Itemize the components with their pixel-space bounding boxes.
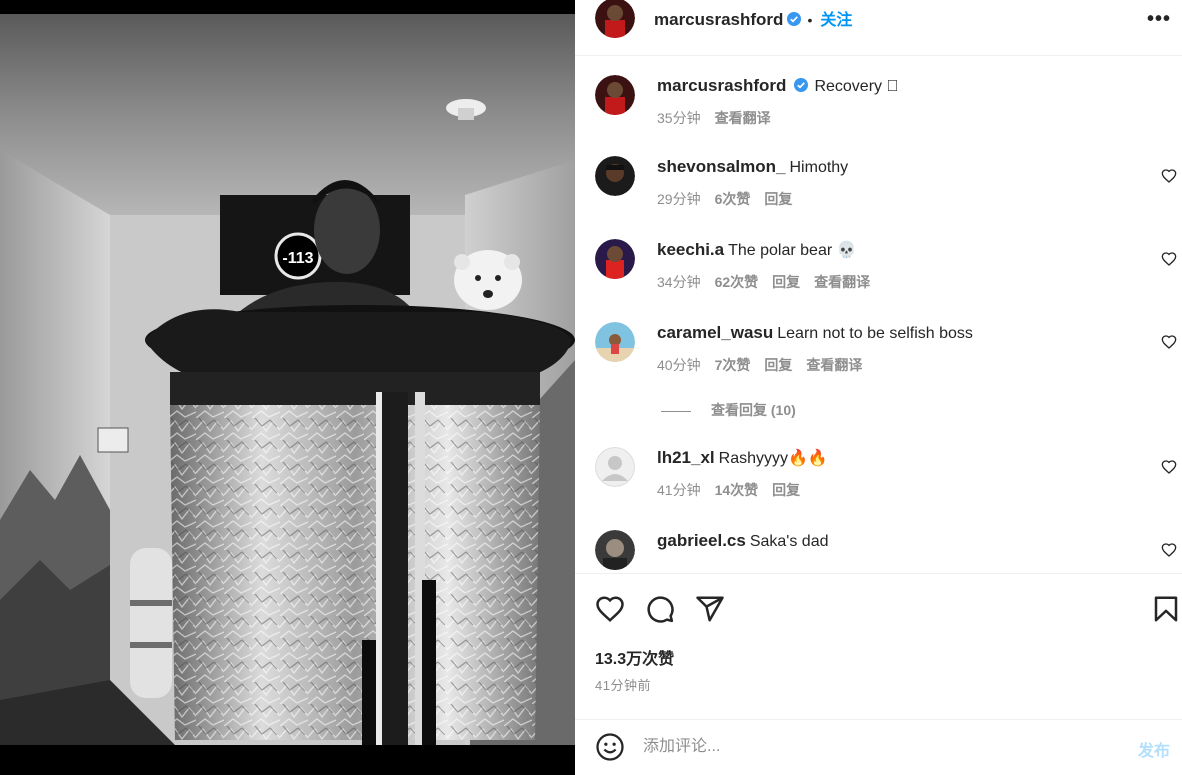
comment-time: 41分钟 — [657, 482, 701, 498]
commenter-username[interactable]: gabrieel.cs — [657, 531, 746, 550]
see-translation-link[interactable]: 查看翻译 — [806, 357, 862, 373]
verified-badge-icon — [787, 12, 802, 26]
author-username[interactable]: marcusrashford — [654, 10, 783, 29]
view-replies-label: 查看回复 (10) — [711, 402, 796, 418]
comment-likes-link[interactable]: 62次赞 — [715, 274, 759, 290]
comment-like-heart-icon[interactable] — [1161, 542, 1177, 558]
comment-like-heart-icon[interactable] — [1161, 251, 1177, 267]
post-caption: marcusrashford Recovery 🏼 35分钟 查看翻译 — [575, 75, 1182, 145]
comment-text: Learn not to be selfish boss — [777, 325, 973, 342]
view-replies-button[interactable]: 查看回复 (10) — [661, 400, 796, 420]
comment-item: shevonsalmon_ Himothy 29分钟 6次赞 回复 — [575, 156, 1182, 226]
comment-time: 34分钟 — [657, 274, 701, 290]
caption-username[interactable]: marcusrashford — [657, 76, 786, 95]
emoji-icon[interactable] — [595, 732, 625, 762]
reply-button[interactable]: 回复 — [764, 191, 792, 207]
comment-text: Himothy — [789, 159, 849, 176]
commenter-username[interactable]: caramel_wasu — [657, 323, 773, 342]
post-comment-button[interactable]: 发布 — [1138, 737, 1170, 761]
cryotherapy-photo: -113 — [0, 0, 575, 775]
header-separator: • — [807, 12, 813, 28]
caption-text: Recovery 🏼 — [814, 78, 899, 95]
reply-button[interactable]: 回复 — [772, 482, 800, 498]
caption-avatar[interactable] — [595, 75, 635, 115]
commenter-username[interactable]: shevonsalmon_ — [657, 157, 786, 176]
comment-text: Rashyyyy🔥🔥 — [718, 450, 828, 467]
add-comment-form: 发布 — [575, 719, 1182, 775]
comment-likes-link[interactable]: 6次赞 — [715, 191, 751, 207]
comment-item: caramel_wasu Learn not to be selfish boss… — [575, 322, 1182, 392]
verified-badge-icon — [794, 78, 809, 92]
likes-count[interactable]: 13.3万次赞 — [595, 645, 674, 669]
post-timestamp[interactable]: 41分钟前 — [595, 675, 651, 694]
reply-button[interactable]: 回复 — [772, 274, 800, 290]
comment-like-heart-icon[interactable] — [1161, 334, 1177, 350]
comment-icon[interactable] — [645, 594, 675, 624]
more-options-icon[interactable]: ••• — [1146, 6, 1172, 32]
author-avatar[interactable] — [595, 0, 635, 38]
commenter-avatar[interactable] — [595, 530, 635, 570]
commenter-avatar-default[interactable] — [595, 447, 635, 487]
commenter-avatar[interactable] — [595, 156, 635, 196]
comment-item: keechi.a The polar bear 💀 34分钟 62次赞 回复 查看翻译 — [575, 239, 1182, 309]
commenter-username[interactable]: lh21_xl — [657, 448, 715, 467]
commenter-avatar[interactable] — [595, 322, 635, 362]
bookmark-icon[interactable] — [1151, 594, 1181, 624]
post-actions: 13.3万次赞 41分钟前 — [575, 573, 1182, 728]
comment-likes-link[interactable]: 7次赞 — [715, 357, 751, 373]
comment-like-heart-icon[interactable] — [1161, 168, 1177, 184]
caption-time: 35分钟 — [657, 110, 701, 126]
comment-item: gabrieel.cs Saka's dad — [575, 530, 1182, 572]
comments-list[interactable]: marcusrashford Recovery 🏼 35分钟 查看翻译 shevon… — [575, 57, 1182, 572]
comment-text: Saka's dad — [749, 533, 829, 550]
replies-divider — [661, 410, 691, 412]
comment-like-heart-icon[interactable] — [1161, 459, 1177, 475]
reply-button[interactable]: 回复 — [764, 357, 792, 373]
comment-text: The polar bear 💀 — [728, 242, 857, 259]
commenter-avatar[interactable] — [595, 239, 635, 279]
comment-likes-link[interactable]: 14次赞 — [715, 482, 759, 498]
comment-time: 29分钟 — [657, 191, 701, 207]
see-translation-link[interactable]: 查看翻译 — [715, 110, 771, 126]
post-header: marcusrashford • 关注 ••• — [575, 0, 1182, 56]
post-photo[interactable]: -113 — [0, 0, 575, 775]
see-translation-link[interactable]: 查看翻译 — [814, 274, 870, 290]
comment-item: lh21_xl Rashyyyy🔥🔥 41分钟 14次赞 回复 — [575, 447, 1182, 517]
temperature-display: -113 — [282, 250, 313, 267]
comment-input[interactable] — [643, 733, 1083, 761]
comment-time: 40分钟 — [657, 357, 701, 373]
follow-button[interactable]: 关注 — [820, 12, 852, 29]
share-icon[interactable] — [695, 594, 725, 624]
commenter-username[interactable]: keechi.a — [657, 240, 724, 259]
heart-icon[interactable] — [595, 594, 625, 624]
post-side-panel: marcusrashford • 关注 ••• marcusrashford Reco… — [575, 0, 1182, 775]
